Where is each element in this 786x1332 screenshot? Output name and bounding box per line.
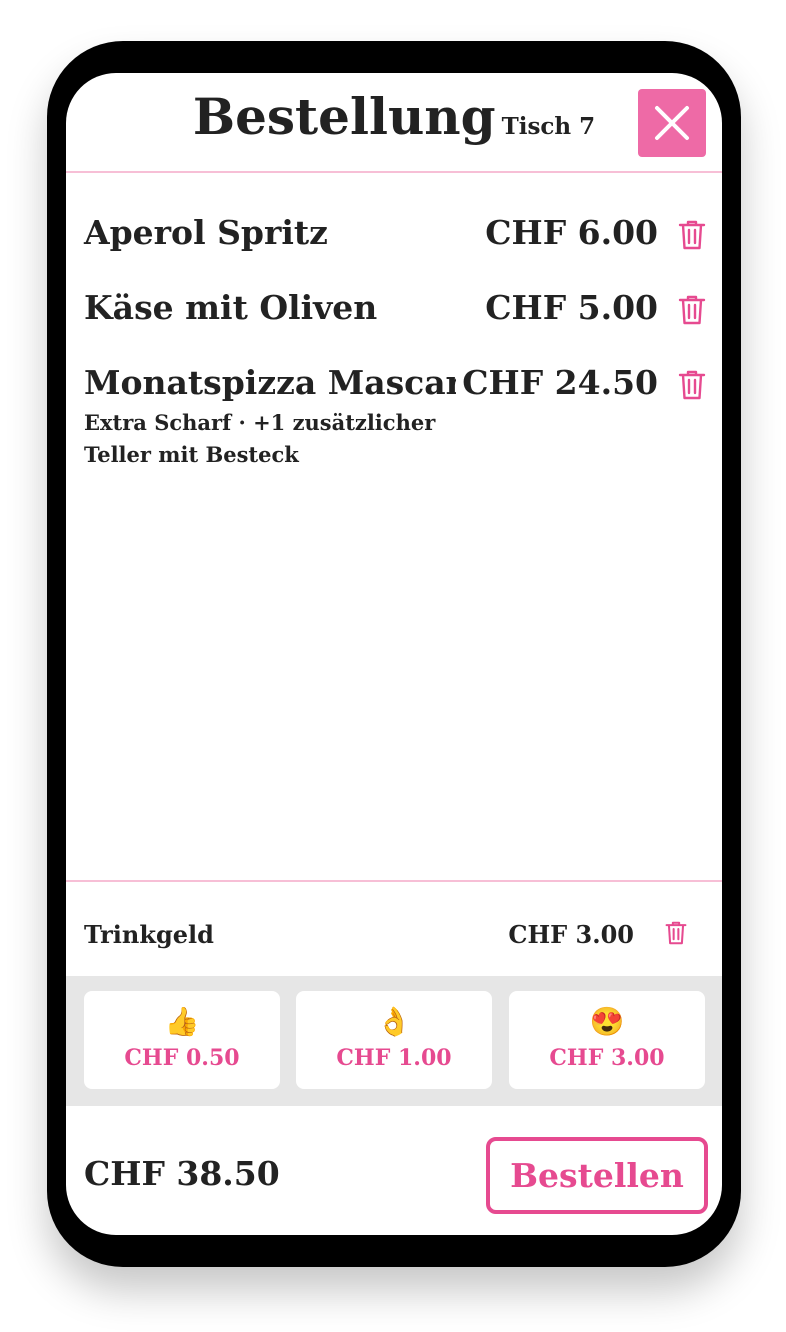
tip-options: 👍 CHF 0.50 👌 CHF 1.00 😍 CHF 3.00	[66, 976, 722, 1106]
order-screen: Bestellung Tisch 7 Aperol Spritz CHF 6.00…	[66, 73, 722, 1235]
tip-option-button[interactable]: 👌 CHF 1.00	[296, 991, 492, 1089]
trash-icon[interactable]	[678, 219, 706, 251]
tip-label: Trinkgeld	[84, 920, 214, 949]
ok-hand-icon: 👌	[376, 1005, 412, 1038]
thumbs-up-icon: 👍	[164, 1005, 200, 1038]
title-wrap: Bestellung Tisch 7	[66, 87, 722, 146]
trash-icon[interactable]	[665, 920, 687, 946]
trash-icon[interactable]	[678, 294, 706, 326]
tip-value: CHF 3.00	[508, 920, 634, 949]
tip-option-amount: CHF 1.00	[336, 1045, 452, 1071]
trash-icon[interactable]	[678, 369, 706, 401]
item-price: CHF 5.00	[479, 288, 658, 327]
order-item-list: Aperol Spritz CHF 6.00 Käse mit Oliven C…	[66, 173, 722, 880]
item-name: Aperol Spritz	[84, 213, 328, 252]
order-header: Bestellung Tisch 7	[66, 73, 722, 173]
order-total: CHF 38.50	[84, 1154, 280, 1193]
tip-row: Trinkgeld CHF 3.00	[66, 880, 722, 976]
order-button[interactable]: Bestellen	[486, 1137, 708, 1214]
table-label: Tisch 7	[501, 113, 596, 140]
tip-option-amount: CHF 0.50	[124, 1045, 240, 1071]
item-price: CHF 6.00	[479, 213, 658, 252]
page-title: Bestellung	[192, 87, 496, 146]
tip-option-amount: CHF 3.00	[549, 1045, 665, 1071]
tip-option-button[interactable]: 😍 CHF 3.00	[509, 991, 705, 1089]
heart-eyes-icon: 😍	[589, 1005, 625, 1038]
item-price: CHF 24.50	[456, 363, 658, 402]
close-button[interactable]	[638, 89, 706, 157]
item-name: Käse mit Oliven	[84, 288, 378, 327]
close-icon	[655, 106, 689, 140]
phone-frame: Bestellung Tisch 7 Aperol Spritz CHF 6.00…	[47, 41, 741, 1267]
item-notes: Extra Scharf · +1 zusätzlicher Teller mi…	[84, 410, 436, 467]
order-footer: CHF 38.50 Bestellen	[66, 1106, 722, 1235]
tip-option-button[interactable]: 👍 CHF 0.50	[84, 991, 280, 1089]
